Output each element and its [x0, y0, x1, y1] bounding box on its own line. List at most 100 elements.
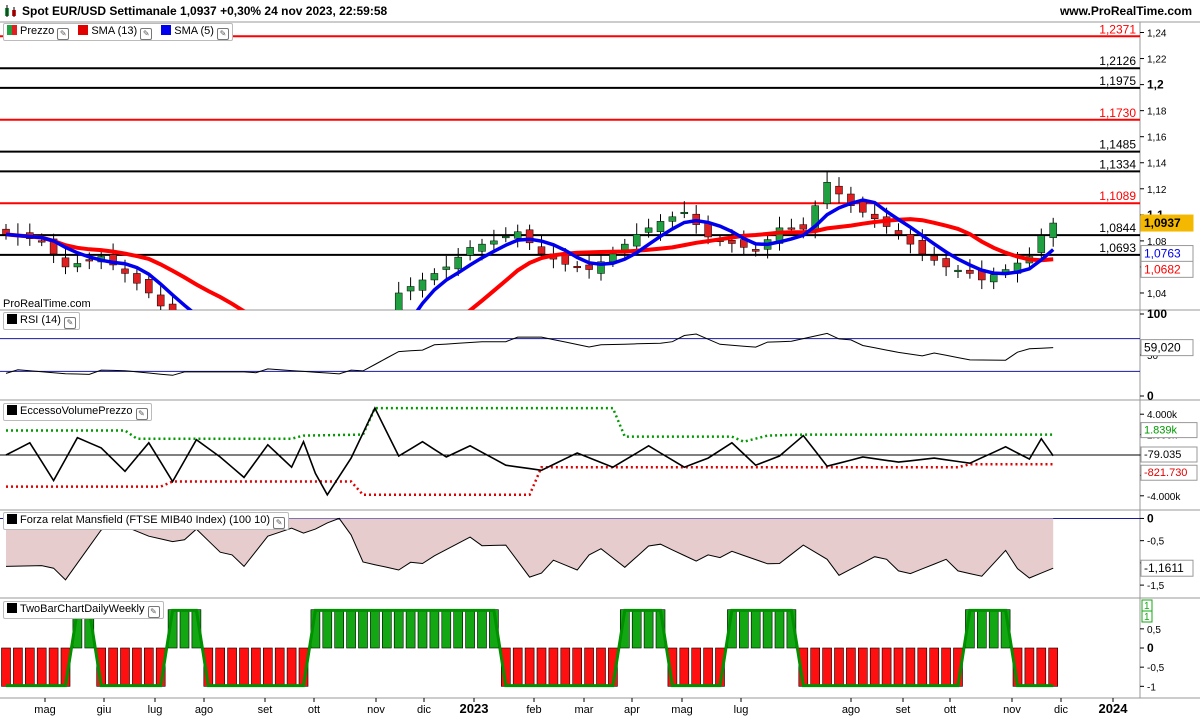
wrench-icon[interactable]: ✎: [140, 28, 153, 40]
candle-body: [85, 259, 94, 262]
candle-body: [621, 243, 629, 251]
two-bar: [869, 647, 880, 687]
candle-body: [371, 341, 378, 365]
two-bar: [905, 647, 916, 687]
two-bar: [774, 609, 785, 649]
x-axis-label: ott: [944, 704, 956, 716]
x-axis-label: apr: [624, 704, 640, 716]
level-label: 1,1730: [1099, 106, 1136, 120]
two-bar: [631, 609, 642, 649]
wrench-icon[interactable]: ✎: [273, 517, 286, 529]
chart-canvas[interactable]: 1,241,221,21,181,161,141,121,11,081,061,…: [0, 0, 1200, 720]
two-bar: [917, 647, 928, 687]
wrench-icon[interactable]: ✎: [57, 28, 70, 40]
level-label: 1,2126: [1099, 54, 1136, 68]
two-bar: [48, 647, 59, 687]
candle-body: [181, 323, 188, 326]
candle-body: [906, 234, 915, 245]
volume-tag: 1.839k: [1144, 425, 1178, 437]
candle-body: [454, 256, 462, 270]
x-axis-label: lug: [734, 704, 749, 716]
price-legend[interactable]: Prezzo ✎ SMA (13) ✎ SMA (5) ✎: [3, 23, 233, 41]
axis-tick-label: 0: [1147, 389, 1154, 403]
candle-body: [966, 269, 974, 274]
candle-body: [728, 239, 736, 244]
legend-prezzo: Prezzo: [20, 25, 55, 37]
two-bar: [679, 647, 690, 687]
axis-tick-label: 1,16: [1147, 133, 1167, 144]
two-bar: [358, 609, 368, 649]
candle-body: [217, 341, 224, 346]
twobar-legend[interactable]: TwoBarChartDailyWeekly ✎: [3, 601, 164, 619]
candle-body: [644, 227, 653, 233]
volume-legend[interactable]: EccessoVolumePrezzo ✎: [3, 403, 152, 421]
two-bar: [477, 609, 487, 649]
rsi-swatch: [7, 314, 17, 324]
x-axis-label: set: [896, 704, 911, 716]
watermark: ProRealTime.com: [3, 298, 91, 310]
axis-tick-label: -4.000k: [1147, 492, 1181, 503]
two-bar: [334, 609, 345, 649]
two-bar: [1, 647, 11, 687]
candle-body: [145, 279, 153, 294]
two-bar: [322, 609, 333, 649]
two-bar: [929, 647, 940, 687]
two-bar: [834, 647, 844, 687]
candle-body: [656, 221, 665, 233]
two-bar: [465, 609, 475, 649]
two-bar: [881, 647, 892, 687]
wrench-icon[interactable]: ✎: [216, 28, 229, 40]
wrench-icon[interactable]: ✎: [147, 606, 160, 618]
two-bar: [584, 647, 594, 687]
two-bar: [370, 609, 380, 649]
rsi-legend[interactable]: RSI (14) ✎: [3, 312, 80, 330]
axis-tick-label: 1,12: [1147, 185, 1167, 196]
volume-swatch: [7, 405, 17, 415]
candle-body: [430, 273, 439, 281]
level-label: 1,1334: [1099, 157, 1136, 171]
level-label: 1,0693: [1099, 241, 1136, 255]
two-bar: [120, 647, 130, 687]
candle-body: [668, 216, 677, 222]
level-label: 1,1485: [1099, 138, 1136, 152]
candle-body: [252, 355, 259, 358]
two-bar: [536, 647, 547, 687]
x-axis-label: ago: [842, 704, 860, 716]
last-price-tag: 1,0937: [1144, 216, 1181, 230]
two-bar-tag: 1: [1144, 612, 1150, 623]
axis-tick-label: 4.000k: [1147, 410, 1178, 421]
x-axis-label: ott: [308, 704, 320, 716]
wrench-icon[interactable]: ✎: [63, 317, 76, 329]
candle-body: [787, 227, 796, 230]
candle-body: [490, 240, 498, 245]
mansfield-swatch: [7, 514, 17, 524]
two-bar: [857, 647, 868, 687]
candle-body: [193, 326, 200, 333]
volume-tag: -79.035: [1144, 449, 1181, 461]
candle-body: [61, 257, 70, 268]
x-axis-label: feb: [526, 704, 541, 716]
axis-tick-label: 1,22: [1147, 55, 1167, 66]
two-bar: [239, 647, 249, 687]
two-bar: [429, 609, 440, 649]
candle-body: [513, 231, 522, 239]
two-bar: [13, 647, 23, 687]
candle-body: [133, 273, 141, 284]
two-bar: [215, 647, 225, 687]
x-axis-label: set: [258, 704, 273, 716]
candle-body: [312, 365, 319, 372]
two-bar: [274, 647, 285, 687]
two-bar: [596, 647, 606, 687]
candle-body: [1049, 222, 1057, 238]
sma13-swatch: [78, 25, 89, 35]
two-bar: [548, 647, 559, 687]
rsi-line: [5, 332, 1054, 376]
two-bar: [703, 647, 713, 687]
candle-body: [680, 211, 689, 214]
axis-tick-label: -0,5: [1147, 537, 1165, 548]
wrench-icon[interactable]: ✎: [135, 408, 148, 420]
mansfield-legend[interactable]: Forza relat Mansfield (FTSE MIB40 Index)…: [3, 512, 290, 530]
two-bar: [1024, 647, 1035, 687]
two-bar: [227, 647, 237, 687]
two-bar: [822, 647, 832, 687]
